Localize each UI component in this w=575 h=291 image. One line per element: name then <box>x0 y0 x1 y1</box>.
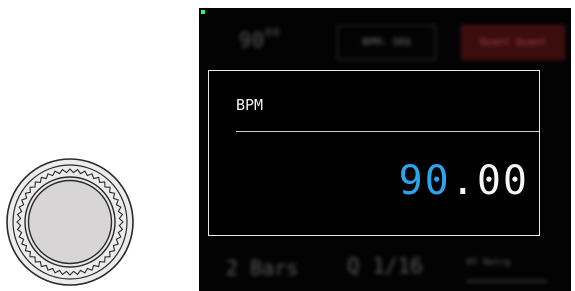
bars-readout: 2 Bars <box>226 256 299 280</box>
rotary-encoder-icon <box>6 158 134 286</box>
quantize-readout: Q 1/16 <box>347 254 423 278</box>
bpm-seq-label: BPM: SEQ <box>362 37 411 48</box>
bpm-seq-chip[interactable]: BPM: SEQ <box>337 25 436 60</box>
quantize-chip[interactable]: Quant Quant <box>461 25 565 60</box>
dialog-title: BPM <box>236 96 264 114</box>
bpm-value-decimal: 00 <box>476 158 529 204</box>
retrig-readout: RT Retrg <box>467 258 511 268</box>
bpm-dialog: BPM 90.00 <box>208 70 540 236</box>
bpm-value-dot: . <box>450 158 477 204</box>
rotary-encoder-knob[interactable] <box>4 156 136 288</box>
status-led <box>201 10 205 14</box>
top-bpm-readout: 9000 <box>239 26 281 52</box>
bpm-value[interactable]: 90.00 <box>399 158 529 204</box>
dialog-divider <box>236 131 539 132</box>
retrig-underline <box>467 280 547 282</box>
quantize-chip-label: Quant Quant <box>479 37 547 48</box>
bpm-value-integer: 90 <box>398 158 451 204</box>
device-screen: 9000 BPM: SEQ Quant Quant 2 Bars Q 1/16 … <box>199 8 571 291</box>
